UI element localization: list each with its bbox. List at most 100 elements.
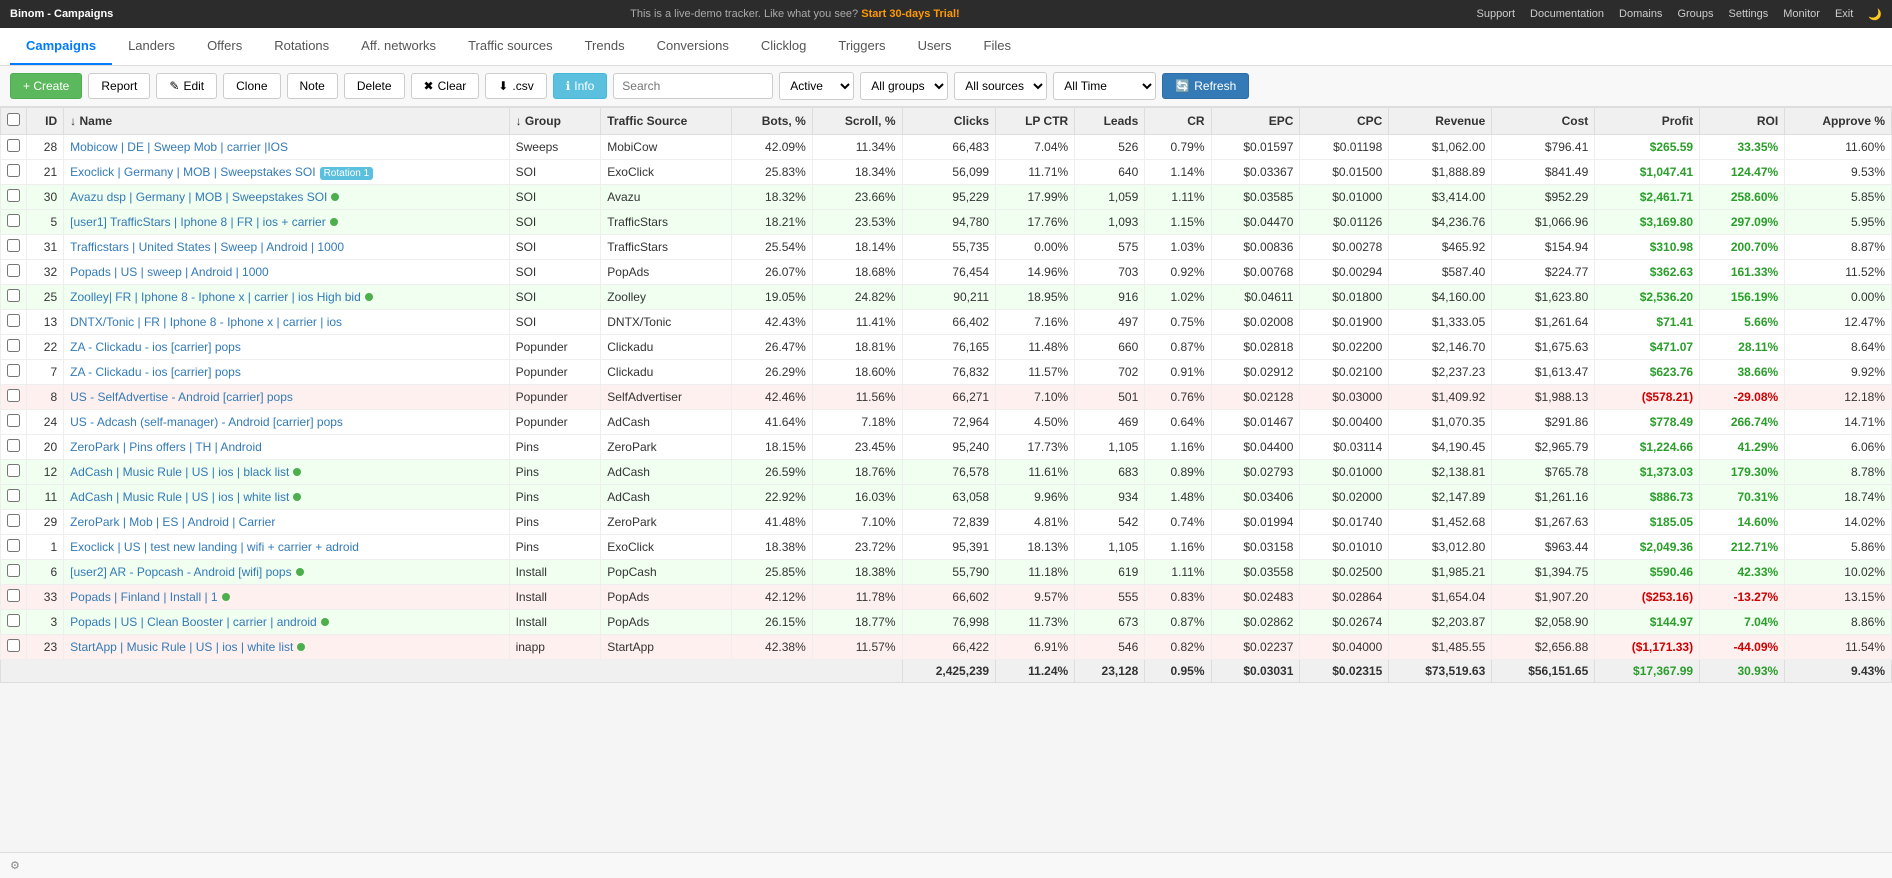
col-group[interactable]: ↓ Group	[509, 108, 601, 135]
row-name[interactable]: DNTX/Tonic | FR | Iphone 8 - Iphone x | …	[64, 310, 509, 335]
row-name[interactable]: Mobicow | DE | Sweep Mob | carrier |IOS	[64, 135, 509, 160]
row-checkbox[interactable]	[7, 139, 20, 152]
row-name[interactable]: AdCash | Music Rule | US | ios | black l…	[64, 460, 509, 485]
report-button[interactable]: Report	[88, 73, 150, 99]
row-checkbox[interactable]	[7, 439, 20, 452]
row-name[interactable]: ZA - Clickadu - ios [carrier] pops	[64, 335, 509, 360]
tab-trends[interactable]: Trends	[569, 28, 641, 65]
row-checkbox[interactable]	[7, 314, 20, 327]
tab-conversions[interactable]: Conversions	[641, 28, 745, 65]
col-cr[interactable]: CR	[1145, 108, 1211, 135]
groups-select[interactable]: All groups	[860, 72, 948, 100]
col-roi[interactable]: ROI	[1700, 108, 1785, 135]
row-checkbox[interactable]	[7, 539, 20, 552]
tab-aff-networks[interactable]: Aff. networks	[345, 28, 452, 65]
row-name[interactable]: Trafficstars | United States | Sweep | A…	[64, 235, 509, 260]
row-checkbox[interactable]	[7, 339, 20, 352]
col-leads[interactable]: Leads	[1075, 108, 1145, 135]
tab-rotations[interactable]: Rotations	[258, 28, 345, 65]
nav-monitor[interactable]: Monitor	[1783, 8, 1820, 21]
clone-button[interactable]: Clone	[223, 73, 280, 99]
edit-button[interactable]: ✎ Edit	[156, 73, 217, 99]
col-profit[interactable]: Profit	[1595, 108, 1700, 135]
row-checkbox[interactable]	[7, 364, 20, 377]
row-checkbox[interactable]	[7, 614, 20, 627]
col-cpc[interactable]: CPC	[1300, 108, 1389, 135]
row-cost: $2,656.88	[1492, 635, 1595, 660]
col-bots[interactable]: Bots, %	[732, 108, 812, 135]
col-checkbox[interactable]	[1, 108, 27, 135]
row-name[interactable]: Zoolley| FR | Iphone 8 - Iphone x | carr…	[64, 285, 509, 310]
row-checkbox[interactable]	[7, 239, 20, 252]
dark-mode-icon[interactable]: 🌙	[1868, 8, 1882, 21]
row-name[interactable]: ZeroPark | Mob | ES | Android | Carrier	[64, 510, 509, 535]
row-checkbox[interactable]	[7, 489, 20, 502]
row-name[interactable]: ZeroPark | Pins offers | TH | Android	[64, 435, 509, 460]
nav-documentation[interactable]: Documentation	[1530, 8, 1604, 21]
row-name[interactable]: Avazu dsp | Germany | MOB | Sweepstakes …	[64, 185, 509, 210]
row-checkbox[interactable]	[7, 589, 20, 602]
col-traffic-source[interactable]: Traffic Source	[601, 108, 732, 135]
row-checkbox[interactable]	[7, 639, 20, 652]
clear-button[interactable]: ✖ Clear	[411, 73, 480, 99]
info-button[interactable]: ℹ Info	[553, 73, 608, 99]
col-lpctr[interactable]: LP CTR	[996, 108, 1075, 135]
nav-groups[interactable]: Groups	[1677, 8, 1713, 21]
col-epc[interactable]: EPC	[1211, 108, 1300, 135]
col-scroll[interactable]: Scroll, %	[812, 108, 902, 135]
tab-landers[interactable]: Landers	[112, 28, 191, 65]
row-name[interactable]: Exoclick | Germany | MOB | Sweepstakes S…	[64, 160, 509, 185]
row-checkbox[interactable]	[7, 289, 20, 302]
nav-domains[interactable]: Domains	[1619, 8, 1662, 21]
row-checkbox[interactable]	[7, 164, 20, 177]
col-approve[interactable]: Approve %	[1785, 108, 1892, 135]
nav-settings[interactable]: Settings	[1729, 8, 1769, 21]
row-checkbox[interactable]	[7, 514, 20, 527]
row-name[interactable]: Popads | US | Clean Booster | carrier | …	[64, 610, 509, 635]
row-name[interactable]: [user1] TrafficStars | Iphone 8 | FR | i…	[64, 210, 509, 235]
nav-exit[interactable]: Exit	[1835, 8, 1853, 21]
sources-select[interactable]: All sources	[954, 72, 1047, 100]
delete-button[interactable]: Delete	[344, 73, 405, 99]
status-select[interactable]: Active Paused All	[779, 72, 854, 100]
row-name[interactable]: US - SelfAdvertise - Android [carrier] p…	[64, 385, 509, 410]
col-revenue[interactable]: Revenue	[1389, 108, 1492, 135]
row-name[interactable]: AdCash | Music Rule | US | ios | white l…	[64, 485, 509, 510]
gear-icon[interactable]: ⚙	[10, 859, 20, 872]
row-name[interactable]: StartApp | Music Rule | US | ios | white…	[64, 635, 509, 660]
row-name[interactable]: US - Adcash (self-manager) - Android [ca…	[64, 410, 509, 435]
tab-clicklog[interactable]: Clicklog	[745, 28, 823, 65]
tab-offers[interactable]: Offers	[191, 28, 258, 65]
select-all-checkbox[interactable]	[7, 113, 20, 126]
col-name[interactable]: ↓ Name	[64, 108, 509, 135]
tab-campaigns[interactable]: Campaigns	[10, 28, 112, 65]
csv-button[interactable]: ⬇ .csv	[485, 73, 546, 99]
row-checkbox[interactable]	[7, 189, 20, 202]
time-select[interactable]: All Time Today Yesterday Last 7 days Las…	[1053, 72, 1156, 100]
row-checkbox[interactable]	[7, 414, 20, 427]
refresh-button[interactable]: 🔄 Refresh	[1162, 73, 1249, 99]
nav-support[interactable]: Support	[1477, 8, 1516, 21]
row-name[interactable]: ZA - Clickadu - ios [carrier] pops	[64, 360, 509, 385]
row-checkbox[interactable]	[7, 389, 20, 402]
row-checkbox[interactable]	[7, 214, 20, 227]
tab-files[interactable]: Files	[968, 28, 1027, 65]
row-name[interactable]: [user2] AR - Popcash - Android [wifi] po…	[64, 560, 509, 585]
row-name[interactable]: Popads | Finland | Install | 1	[64, 585, 509, 610]
row-name[interactable]: Popads | US | sweep | Android | 1000	[64, 260, 509, 285]
row-checkbox[interactable]	[7, 564, 20, 577]
tab-traffic-sources[interactable]: Traffic sources	[452, 28, 569, 65]
row-name[interactable]: Exoclick | US | test new landing | wifi …	[64, 535, 509, 560]
row-checkbox[interactable]	[7, 264, 20, 277]
row-checkbox[interactable]	[7, 464, 20, 477]
create-button[interactable]: + Create	[10, 73, 82, 99]
col-id[interactable]: ID	[27, 108, 64, 135]
note-button[interactable]: Note	[287, 73, 338, 99]
col-cost[interactable]: Cost	[1492, 108, 1595, 135]
row-scroll: 7.18%	[812, 410, 902, 435]
search-input[interactable]	[613, 73, 773, 99]
tab-triggers[interactable]: Triggers	[822, 28, 901, 65]
trial-link[interactable]: Start 30-days Trial!	[861, 8, 959, 20]
col-clicks[interactable]: Clicks	[902, 108, 996, 135]
tab-users[interactable]: Users	[902, 28, 968, 65]
